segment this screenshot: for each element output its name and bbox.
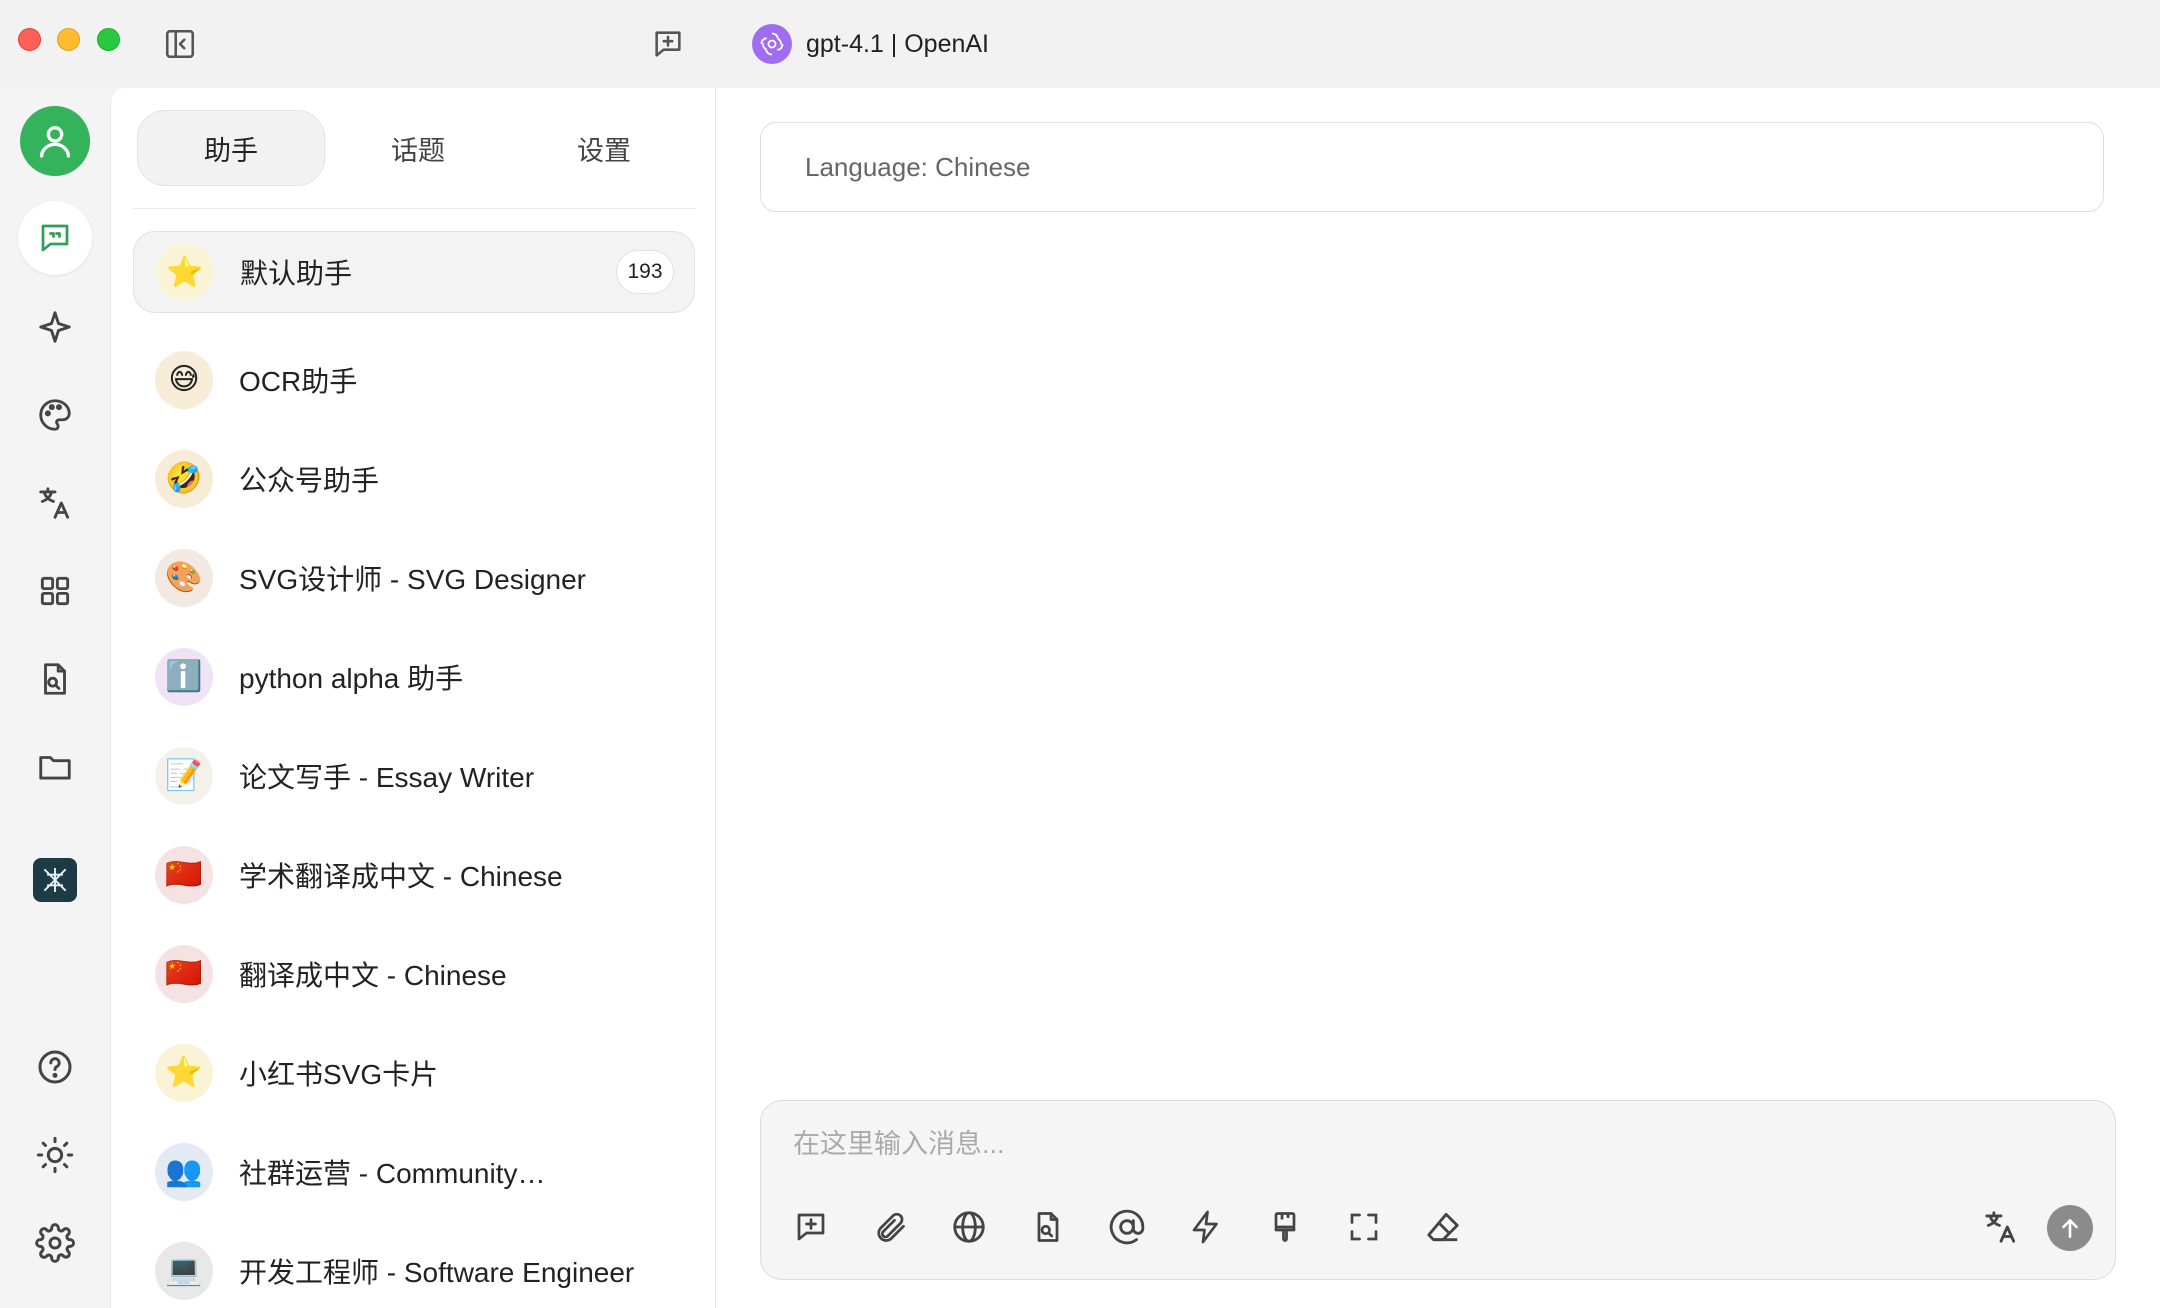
translate-input-icon[interactable] <box>1979 1205 2023 1249</box>
mini-app-logo-icon <box>43 868 67 892</box>
paint-brush-icon[interactable] <box>1263 1205 1307 1249</box>
theme-toggle-button[interactable] <box>18 1118 92 1192</box>
sun-icon <box>36 1136 74 1174</box>
translate-icon <box>39 487 70 519</box>
assistant-label: 默认助手 <box>240 258 353 289</box>
assistant-label: 社群运营 - Community… <box>239 1157 546 1189</box>
lightning-icon[interactable] <box>1184 1205 1228 1249</box>
assistant-item[interactable]: ⭐ 小红书SVG卡片 <box>133 1023 695 1122</box>
assistant-panel: 助手 话题 设置 ⭐ 默认助手 193 😅 OCR助手 🤣 公众号助手 🎨 SV… <box>110 88 716 1308</box>
assistant-label: 学术翻译成中文 - Chinese <box>239 860 563 892</box>
assistant-item[interactable]: ℹ️ python alpha 助手 <box>133 627 695 726</box>
assistant-emoji-icon: 🎨 <box>155 548 213 607</box>
assistant-item[interactable]: 📝 论文写手 - Essay Writer <box>133 726 695 825</box>
assistant-label: OCR助手 <box>239 365 358 397</box>
chat-main: Language: Chinese <box>716 88 2160 1308</box>
assistant-item[interactable]: 😅 OCR助手 <box>133 330 695 429</box>
system-prompt-box[interactable]: Language: Chinese <box>760 122 2104 212</box>
sparkle-icon <box>39 311 71 343</box>
folder-icon <box>39 756 71 780</box>
mention-at-icon[interactable] <box>1105 1205 1149 1249</box>
translate-nav-button[interactable] <box>18 466 92 540</box>
message-input[interactable] <box>793 1119 1993 1169</box>
topic-count-badge: 193 <box>616 250 674 294</box>
toggle-sidebar-icon[interactable] <box>160 24 200 64</box>
grid-icon <box>40 576 70 606</box>
new-topic-tool-icon[interactable] <box>789 1205 833 1249</box>
agents-nav-button[interactable] <box>18 290 92 364</box>
maximize-window-button[interactable] <box>97 28 120 51</box>
model-name: gpt-4.1 | OpenAI <box>806 29 989 58</box>
send-button[interactable] <box>2047 1205 2093 1251</box>
help-nav-button[interactable] <box>18 1030 92 1104</box>
assistant-emoji-icon: ⭐ <box>155 1043 213 1102</box>
assistant-item[interactable]: 🇨🇳 学术翻译成中文 - Chinese <box>133 825 695 924</box>
assistant-item[interactable]: 🎨 SVG设计师 - SVG Designer <box>133 528 695 627</box>
assistant-emoji-icon: 👥 <box>155 1142 213 1201</box>
user-avatar[interactable] <box>20 106 90 176</box>
assistant-emoji-icon: 💻 <box>155 1241 213 1300</box>
assistant-label: 开发工程师 - Software Engineer <box>239 1256 635 1288</box>
nav-rail <box>0 88 110 1308</box>
attachment-icon[interactable] <box>868 1205 912 1249</box>
palette-icon <box>39 399 71 431</box>
mini-app-button[interactable] <box>33 858 77 902</box>
panel-divider <box>133 208 695 209</box>
assistant-label: python alpha 助手 <box>239 662 464 694</box>
expand-icon[interactable] <box>1342 1205 1386 1249</box>
assistant-label: 公众号助手 <box>239 464 380 496</box>
settings-nav-button[interactable] <box>18 1206 92 1280</box>
message-composer <box>760 1100 2116 1280</box>
file-search-nav-button[interactable] <box>18 642 92 716</box>
files-nav-button[interactable] <box>18 730 92 804</box>
assistant-emoji-icon: 🇨🇳 <box>155 845 213 904</box>
assistant-item[interactable]: 🤣 公众号助手 <box>133 429 695 528</box>
assistant-label: 翻译成中文 - Chinese <box>239 959 507 991</box>
chat-nav-button[interactable] <box>18 201 92 275</box>
knowledge-base-icon[interactable] <box>1026 1205 1070 1249</box>
title-bar: gpt-4.1 | OpenAI <box>0 0 2160 88</box>
openai-logo-icon <box>752 24 792 64</box>
assistant-emoji-icon: 🤣 <box>155 449 213 508</box>
gear-icon <box>35 1223 75 1263</box>
assistant-label: 小红书SVG卡片 <box>239 1058 439 1090</box>
close-window-button[interactable] <box>18 28 41 51</box>
tab-assistants[interactable]: 助手 <box>137 110 325 186</box>
chat-icon <box>41 224 69 252</box>
assistant-emoji-icon: 🇨🇳 <box>155 944 213 1003</box>
help-icon <box>38 1050 72 1084</box>
eraser-icon[interactable] <box>1421 1205 1465 1249</box>
assistant-item[interactable]: 💻 开发工程师 - Software Engineer <box>133 1221 695 1308</box>
new-topic-icon[interactable] <box>648 24 688 64</box>
panel-tabs: 助手 话题 设置 <box>137 110 697 186</box>
paint-nav-button[interactable] <box>18 378 92 452</box>
apps-nav-button[interactable] <box>18 554 92 628</box>
file-search-icon <box>44 663 66 695</box>
tab-topics[interactable]: 话题 <box>325 110 511 186</box>
assistant-emoji-icon: 😅 <box>155 350 213 409</box>
assistant-item[interactable]: 🇨🇳 翻译成中文 - Chinese <box>133 924 695 1023</box>
model-selector[interactable]: gpt-4.1 | OpenAI <box>752 24 989 64</box>
minimize-window-button[interactable] <box>57 28 80 51</box>
assistant-item-default[interactable]: ⭐ 默认助手 193 <box>133 231 695 313</box>
assistant-emoji-icon: ℹ️ <box>155 647 213 706</box>
assistant-emoji-icon: ⭐ <box>156 243 214 301</box>
assistant-emoji-icon: 📝 <box>155 746 213 805</box>
assistant-list: ⭐ 默认助手 193 😅 OCR助手 🤣 公众号助手 🎨 SVG设计师 - SV… <box>133 231 695 1308</box>
assistant-label: 论文写手 - Essay Writer <box>239 761 535 793</box>
arrow-up-icon <box>2062 1219 2078 1238</box>
assistant-label: SVG设计师 - SVG Designer <box>239 563 586 595</box>
assistant-item[interactable]: 👥 社群运营 - Community… <box>133 1122 695 1221</box>
web-search-globe-icon[interactable] <box>947 1205 991 1249</box>
tab-settings[interactable]: 设置 <box>511 110 697 186</box>
